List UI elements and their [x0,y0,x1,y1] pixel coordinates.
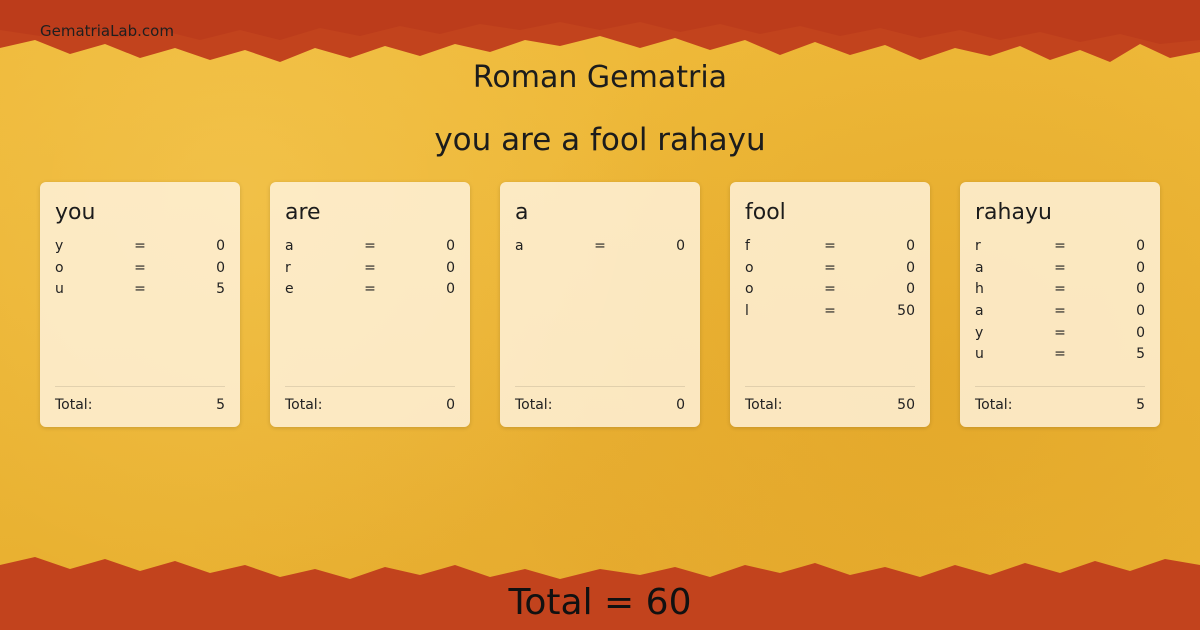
letter-row: u = 5 [55,278,225,300]
card-total: Total: 50 [745,386,915,413]
card-word: you [55,200,96,225]
word-card-are: are a = 0 r = 0 e = 0 Total: 0 [270,182,470,427]
letter: f [745,237,750,254]
letter: u [975,346,984,363]
letter-value: 0 [906,281,915,298]
total-label: Total: [515,397,553,413]
equals-sign: = [364,259,376,276]
word-card-a: a a = 0 Total: 0 [500,182,700,427]
letter: h [975,281,984,298]
site-name: GematriaLab.com [40,22,174,40]
letter-value: 0 [676,237,685,254]
total-label: Total: [285,397,323,413]
total-value: 5 [216,397,225,413]
equals-sign: = [364,237,376,254]
card-total: Total: 5 [55,386,225,413]
equals-sign: = [1054,302,1066,319]
total-value: 5 [1136,397,1145,413]
letter: a [515,237,524,254]
letter-row: h = 0 [975,278,1145,300]
card-total: Total: 0 [515,386,685,413]
total-value: 0 [676,397,685,413]
equals-sign: = [1054,281,1066,298]
card-word: are [285,200,321,225]
equals-sign: = [1054,346,1066,363]
total-value: 0 [446,397,455,413]
word-cards: you y = 0 o = 0 u = 5 Total: 5 are a = 0 r = 0 e = 0 Total: 0 a a… [40,182,1160,427]
letter: u [55,281,64,298]
letter-value: 0 [1136,237,1145,254]
letter-value: 0 [216,259,225,276]
letter-value: 5 [1136,346,1145,363]
letter-row: e = 0 [285,278,455,300]
letter-value: 0 [1136,324,1145,341]
letter-row: o = 0 [745,278,915,300]
equals-sign: = [364,281,376,298]
letter: r [975,237,981,254]
total-label: Total: [975,397,1013,413]
equals-sign: = [1054,237,1066,254]
letter-row: a = 0 [285,235,455,257]
letter: y [975,324,984,341]
letter-row: o = 0 [745,257,915,279]
total-value: 50 [897,397,915,413]
card-word: a [515,200,529,225]
letter-value: 0 [1136,281,1145,298]
cipher-title: Roman Gematria [472,60,728,95]
letter-row: u = 5 [975,343,1145,365]
letter-value: 0 [906,237,915,254]
letter: y [55,237,64,254]
equals-sign: = [134,237,146,254]
card-total: Total: 0 [285,386,455,413]
letter-value: 0 [446,259,455,276]
letter: e [285,281,294,298]
equals-sign: = [594,237,606,254]
letter-value: 0 [906,259,915,276]
letter-value: 5 [216,281,225,298]
equals-sign: = [824,259,836,276]
letter-row: y = 0 [55,235,225,257]
letter-value: 0 [446,237,455,254]
grand-total: Total = 60 [508,582,692,623]
card-total: Total: 5 [975,386,1145,413]
word-card-you: you y = 0 o = 0 u = 5 Total: 5 [40,182,240,427]
letter-row: r = 0 [975,235,1145,257]
equals-sign: = [1054,259,1066,276]
equals-sign: = [824,302,836,319]
letter-row: f = 0 [745,235,915,257]
letter-row: a = 0 [975,257,1145,279]
word-card-fool: fool f = 0 o = 0 o = 0 l = 50 Total: 50 [730,182,930,427]
letter: o [55,259,64,276]
phrase-text: you are a fool rahayu [434,122,766,158]
letter: l [745,302,749,319]
equals-sign: = [134,281,146,298]
word-card-rahayu: rahayu r = 0 a = 0 h = 0 a = 0 y = 0 u = 5 Total: 5 [960,182,1160,427]
letter-value: 0 [446,281,455,298]
letter-row: y = 0 [975,322,1145,344]
equals-sign: = [1054,324,1066,341]
letter-value: 0 [1136,302,1145,319]
letter: o [745,281,754,298]
letter-row: r = 0 [285,257,455,279]
equals-sign: = [134,259,146,276]
letter-value: 50 [897,302,915,319]
total-label: Total: [745,397,783,413]
letter: a [975,302,984,319]
letter: r [285,259,291,276]
letter-row: l = 50 [745,300,915,322]
letter-row: o = 0 [55,257,225,279]
letter-value: 0 [1136,259,1145,276]
letter-value: 0 [216,237,225,254]
letter: o [745,259,754,276]
letter: a [975,259,984,276]
equals-sign: = [824,237,836,254]
letter-row: a = 0 [975,300,1145,322]
total-label: Total: [55,397,93,413]
card-word: rahayu [975,200,1052,225]
letter-row: a = 0 [515,235,685,257]
equals-sign: = [824,281,836,298]
letter: a [285,237,294,254]
card-word: fool [745,200,786,225]
